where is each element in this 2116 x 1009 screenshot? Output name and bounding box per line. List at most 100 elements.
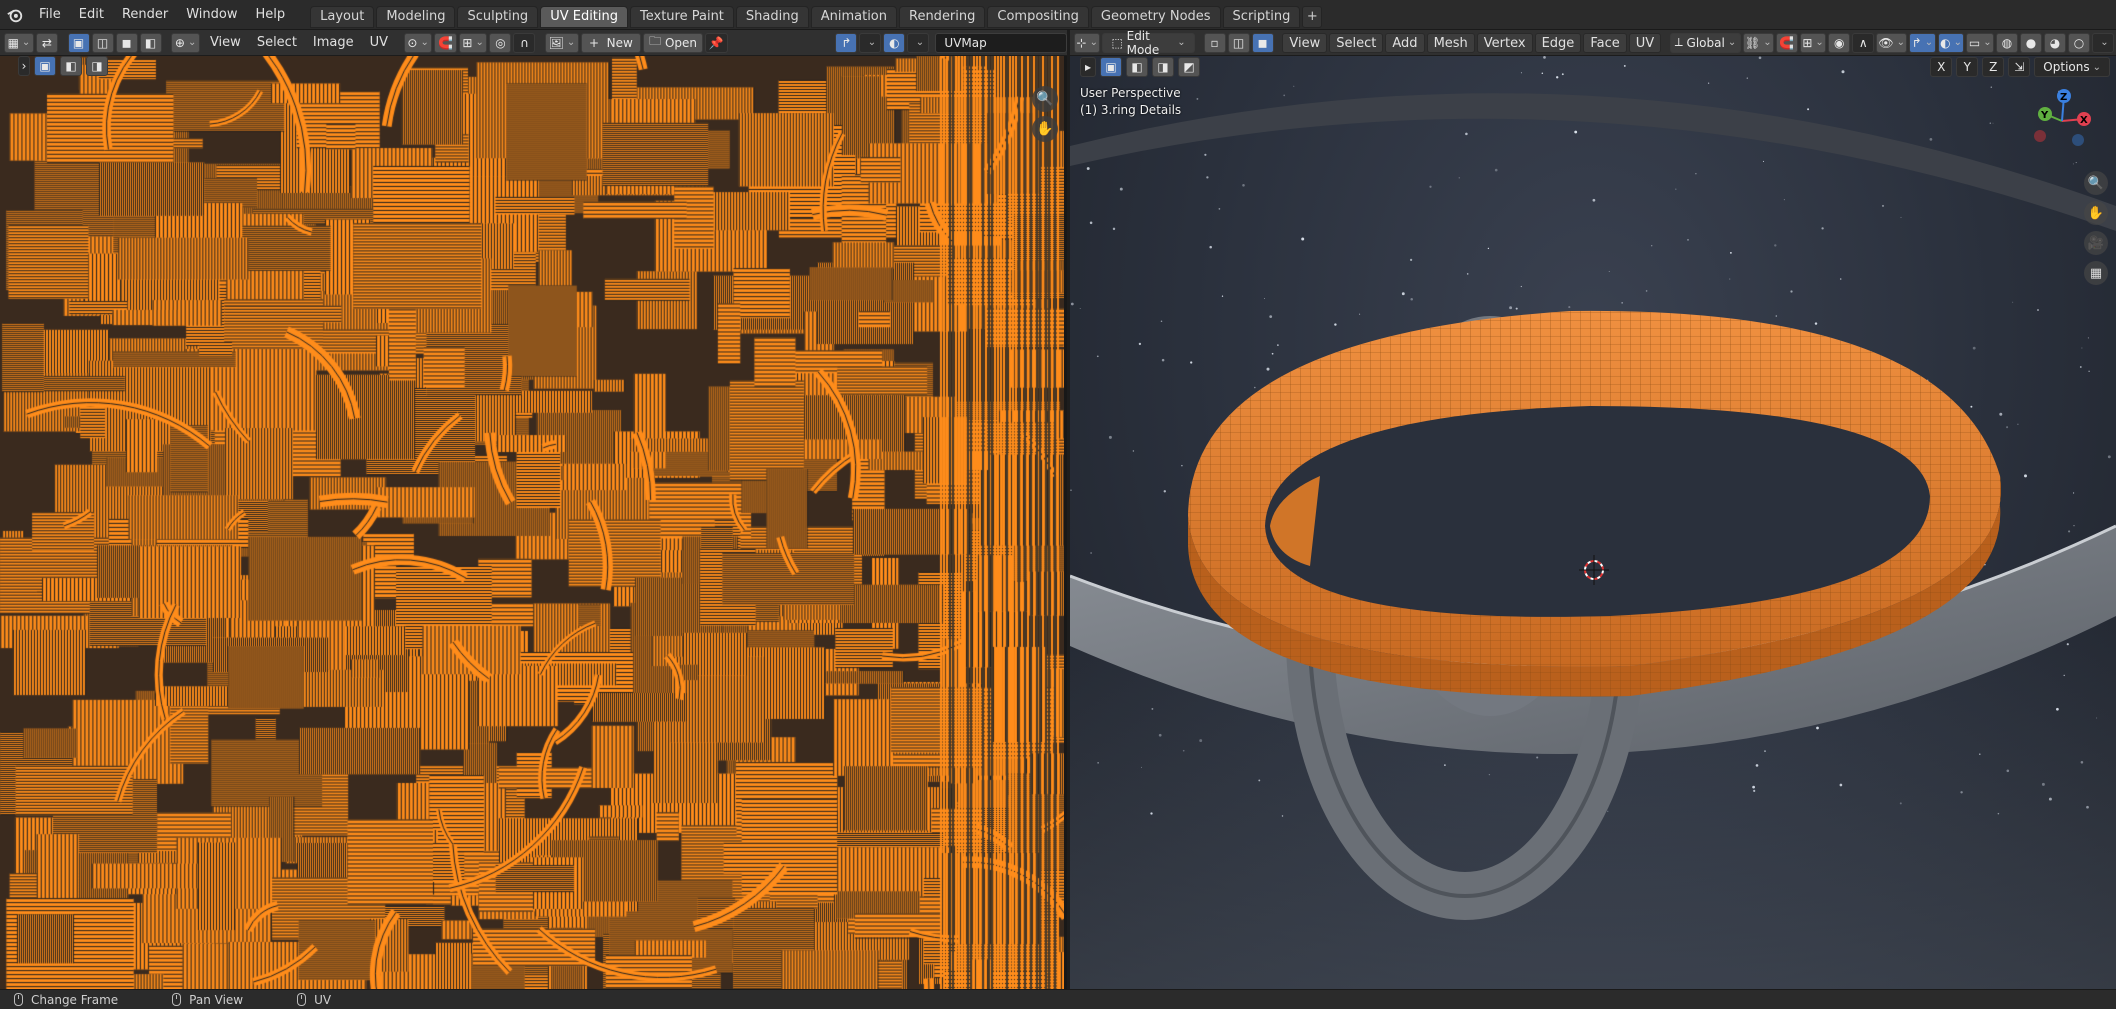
vp-select-intersect-icon[interactable]: ◩ (1178, 57, 1200, 77)
tab-uv-editing[interactable]: UV Editing (540, 5, 629, 28)
edge-select-icon[interactable]: ◫ (91, 32, 114, 53)
uv-editor-area[interactable]: 🔍 ✋ (0, 56, 1067, 989)
tab-sculpting[interactable]: Sculpting (457, 5, 539, 28)
tab-rendering[interactable]: Rendering (899, 5, 986, 28)
tab-scripting[interactable]: Scripting (1222, 5, 1301, 28)
pan-hand-icon[interactable]: ✋ (1032, 116, 1058, 142)
menu-render[interactable]: Render (113, 2, 177, 28)
vp-zoom-icon[interactable]: 🔍 (2084, 171, 2108, 195)
pivot-icon[interactable]: ⊙ (403, 32, 433, 53)
tab-texture-paint[interactable]: Texture Paint (630, 5, 734, 28)
select-subtract-icon[interactable]: ◨ (86, 56, 108, 76)
star (1568, 306, 1571, 309)
xray-icon[interactable]: ▭ (1966, 32, 1994, 53)
pin-icon[interactable]: 📌 (705, 32, 728, 53)
tab-shading[interactable]: Shading (735, 5, 809, 28)
vp-menu-view[interactable]: View (1282, 32, 1328, 53)
rendered-shading-icon[interactable]: ○ (2067, 32, 2090, 53)
open-image-button[interactable]: 🗀 Open (643, 32, 704, 53)
transform-orientation-dropdown[interactable]: ⟂ Global (1670, 32, 1741, 53)
vp-menu-face[interactable]: Face (1583, 32, 1627, 53)
wireframe-shading-icon[interactable]: ◍ (1995, 32, 2018, 53)
vertex-mode-icon[interactable]: ▫ (1203, 32, 1226, 53)
tab-modeling[interactable]: Modeling (376, 5, 456, 28)
uv-menu-uv[interactable]: UV (362, 33, 396, 53)
vp-select-extend-icon[interactable]: ◧ (1126, 57, 1148, 77)
uvmap-field[interactable]: UVMap (935, 32, 1068, 53)
select-extend-icon[interactable]: ◧ (60, 56, 82, 76)
face-mode-icon[interactable]: ◼ (1251, 32, 1274, 53)
uv-layout-canvas[interactable] (0, 56, 1064, 989)
toolbar-toggle-icon[interactable]: › (18, 56, 30, 76)
mode-selector[interactable]: ⬚ Edit Mode (1102, 29, 1195, 57)
sync-selection-icon[interactable]: ⇄ (35, 32, 58, 53)
star (1458, 177, 1460, 179)
vp-select-new-icon[interactable]: ▣ (1100, 57, 1122, 77)
image-browse-icon[interactable]: 🖼 (545, 32, 579, 53)
vp-snap-target-icon[interactable]: ⊞ (1799, 32, 1827, 53)
overlay-options-icon[interactable] (907, 32, 930, 53)
vp-menu-vertex[interactable]: Vertex (1476, 32, 1533, 53)
proportional-edit-icon[interactable]: ◎ (489, 32, 512, 53)
mirror-x-button[interactable]: X (1930, 57, 1953, 77)
blender-logo-icon[interactable] (0, 0, 30, 30)
mirror-extra-icon[interactable]: ⇲ (2008, 57, 2031, 77)
vp-menu-select[interactable]: Select (1329, 32, 1384, 53)
pivot-point-icon[interactable]: ⛓ (1742, 32, 1774, 53)
falloff-icon[interactable]: ∩ (513, 32, 536, 53)
snap-target-icon[interactable]: ⊞ (458, 32, 488, 53)
options-dropdown[interactable]: Options (2034, 57, 2110, 77)
vp-select-subtract-icon[interactable]: ◨ (1152, 57, 1174, 77)
editor-type-icon[interactable]: ▦ (4, 32, 34, 53)
vp-menu-mesh[interactable]: Mesh (1426, 32, 1475, 53)
menu-edit[interactable]: Edit (70, 2, 113, 28)
overlay-gizmo-icon[interactable]: ↱ (835, 32, 858, 53)
gizmo-options-icon[interactable] (859, 32, 882, 53)
uv-menu-select[interactable]: Select (249, 33, 305, 53)
vp-proportional-icon[interactable]: ◉ (1828, 32, 1851, 53)
new-image-button[interactable]: + New (580, 32, 642, 53)
shading-options-icon[interactable] (2091, 32, 2114, 53)
vp-menu-edge[interactable]: Edge (1534, 32, 1582, 53)
vp-menu-add[interactable]: Add (1385, 32, 1425, 53)
vp-snap-icon[interactable]: 🧲 (1775, 32, 1798, 53)
sticky-selection-icon[interactable]: ⊕ (171, 32, 200, 53)
uv-menu-view[interactable]: View (202, 33, 249, 53)
overlays-icon[interactable]: ◐ (883, 32, 906, 53)
menu-help[interactable]: Help (247, 2, 295, 28)
vp-toolbar-toggle-icon[interactable]: ▸ (1080, 57, 1096, 77)
perspective-toggle-icon[interactable]: ▦ (2084, 261, 2108, 285)
add-workspace-button[interactable]: + (1302, 5, 1323, 28)
solid-shading-icon[interactable]: ● (2019, 32, 2042, 53)
visibility-icon[interactable]: 👁 (1876, 32, 1908, 53)
vp-falloff-icon[interactable]: ∧ (1852, 32, 1875, 53)
menu-file[interactable]: File (30, 2, 70, 28)
material-shading-icon[interactable]: ◕ (2043, 32, 2066, 53)
mirror-z-button[interactable]: Z (1982, 57, 2005, 77)
mirror-y-button[interactable]: Y (1956, 57, 1979, 77)
select-new-icon[interactable]: ▣ (34, 56, 56, 76)
menu-window[interactable]: Window (177, 2, 246, 28)
mouse-left-icon (14, 993, 23, 1006)
tab-geometry-nodes[interactable]: Geometry Nodes (1090, 5, 1221, 28)
tab-animation[interactable]: Animation (810, 5, 897, 28)
uv-menu-image[interactable]: Image (305, 33, 362, 53)
star (2037, 309, 2039, 311)
vp-menu-uv[interactable]: UV (1628, 32, 1662, 53)
vp-pan-icon[interactable]: ✋ (2084, 201, 2108, 225)
island-select-icon[interactable]: ◧ (139, 32, 162, 53)
vertex-select-icon[interactable]: ▣ (67, 32, 90, 53)
snap-icon[interactable]: 🧲 (434, 32, 457, 53)
tab-layout[interactable]: Layout (310, 5, 375, 28)
camera-view-icon[interactable]: 🎥 (2084, 231, 2108, 255)
3d-viewport-area[interactable]: X Y Z ▸ ▣ ◧ ◨ ◩ X Y Z ⇲ Options User Per… (1070, 56, 2116, 989)
viewport-editor-type-icon[interactable]: ⊹ (1074, 32, 1101, 53)
viewport-scene[interactable]: X Y Z (1070, 56, 2116, 989)
tab-compositing[interactable]: Compositing (987, 5, 1089, 28)
navigation-gizmo[interactable]: X Y Z (2034, 89, 2091, 146)
zoom-icon[interactable]: 🔍 (1032, 86, 1058, 112)
edge-mode-icon[interactable]: ◫ (1227, 32, 1250, 53)
vp-overlays-icon[interactable]: ◐ (1937, 32, 1965, 53)
vp-gizmo-icon[interactable]: ↱ (1909, 32, 1936, 53)
face-select-icon[interactable]: ◼ (115, 32, 138, 53)
